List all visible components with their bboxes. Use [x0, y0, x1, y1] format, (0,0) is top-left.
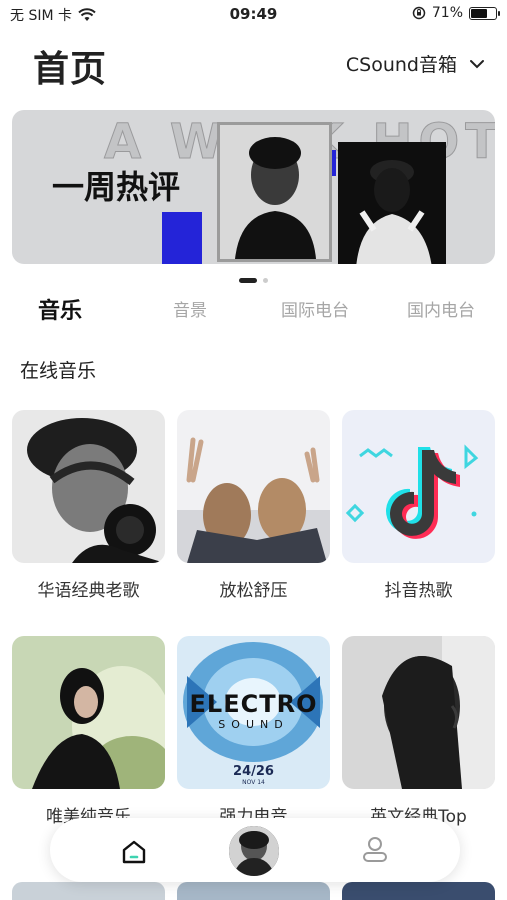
category-tabs: 音乐 音景 国际电台 国内电台 [0, 296, 507, 332]
bottom-nav [50, 818, 460, 882]
banner-title: 一周热评 [52, 168, 181, 206]
poster-date: 24/26 [233, 764, 274, 779]
playlist-card[interactable]: 英文经典Top [342, 628, 495, 827]
device-name: CSound音箱 [345, 54, 457, 76]
playlist-card-label: 放松舒压 [219, 581, 288, 601]
playlist-card-label: 抖音热歌 [384, 581, 453, 601]
banner-decoration [162, 212, 202, 264]
poster-title: ELECTRO [189, 690, 318, 718]
status-bar: 无 SIM 卡 09:49 71% [0, 0, 507, 28]
headphones-man-photo [12, 410, 165, 563]
tab-domestic-radio[interactable]: 国内电台 [407, 296, 475, 321]
playlist-card[interactable]: 放松舒压 [177, 402, 330, 601]
tiktok-icon [342, 410, 495, 563]
banner-artist-photo [338, 142, 446, 264]
playlist-card[interactable]: 唯美纯音乐 [12, 628, 165, 827]
poster-month: NOV 14 [242, 779, 265, 786]
banner-artist-photo [217, 122, 332, 262]
tab-international-radio[interactable]: 国际电台 [281, 296, 349, 321]
electro-sound-poster: ELECTRO SOUND 24/26 NOV 14 [177, 636, 330, 789]
page-title: 首页 [33, 49, 108, 90]
battery-percent: 71% [431, 5, 463, 21]
tab-music[interactable]: 音乐 [36, 293, 85, 325]
hero-banner[interactable]: A WEEK HOT 一周热评 [12, 110, 495, 264]
woman-smoke-photo [12, 636, 165, 789]
tab-label: 国际电台 [281, 301, 349, 321]
tab-label: 音景 [173, 301, 207, 321]
woman-silhouette-photo [342, 636, 495, 789]
user-icon[interactable] [360, 834, 390, 864]
rotation-lock-icon [412, 6, 426, 20]
tab-soundscape[interactable]: 音景 [173, 296, 207, 321]
battery-fill [471, 8, 488, 18]
device-selector[interactable]: CSound音箱 [346, 50, 485, 77]
now-playing-avatar[interactable] [227, 824, 281, 878]
playlist-card-peek [12, 882, 165, 900]
playlist-card-peek [342, 882, 495, 900]
pagination-dot[interactable] [263, 278, 268, 283]
playlist-card-label: 华语经典老歌 [37, 581, 140, 601]
friends-peace-photo [177, 410, 330, 563]
playlist-card[interactable]: ELECTRO SOUND 24/26 NOV 14 强力电音 [177, 628, 330, 827]
home-icon[interactable] [120, 838, 148, 866]
tab-label: 国内电台 [407, 301, 475, 321]
playlist-card[interactable]: 抖音热歌 [342, 402, 495, 601]
chevron-down-icon [470, 59, 484, 68]
playlist-card-peek [177, 882, 330, 900]
pagination-dot-active[interactable] [239, 278, 257, 283]
banner-pagination [0, 278, 507, 283]
battery-icon [469, 6, 500, 20]
section-title: 在线音乐 [20, 360, 97, 382]
tab-label: 音乐 [38, 299, 83, 324]
poster-subtitle: SOUND [218, 718, 289, 731]
playlist-card[interactable]: 华语经典老歌 [12, 410, 165, 601]
